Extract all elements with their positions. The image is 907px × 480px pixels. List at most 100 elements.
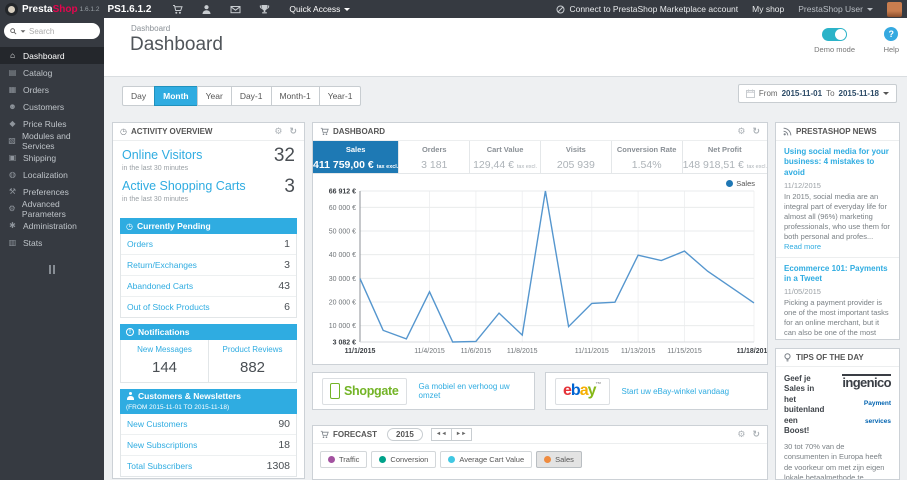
kpi-suffix: tax excl. [516, 164, 538, 170]
ingenico-logo[interactable]: ingenico Payment services [825, 374, 892, 428]
sales-dot [544, 456, 552, 463]
sidebar-item-localization[interactable]: ◍ Localization [0, 166, 104, 183]
prestashop-logo-icon[interactable] [5, 2, 18, 16]
kpi-cart-value[interactable]: Cart Value 129,44 € tax excl. [470, 141, 541, 173]
kpi-orders[interactable]: Orders 3 181 [399, 141, 471, 173]
kpi-visits[interactable]: Visits 205 939 [541, 141, 612, 173]
range-month-button[interactable]: Month [154, 86, 198, 106]
person-icon [126, 392, 134, 400]
new-messages-cell[interactable]: New Messages 144 [121, 340, 208, 382]
forecast-legend-average-cart-value[interactable]: Average Cart Value [440, 451, 533, 468]
next-year-button[interactable]: ►► [450, 428, 472, 441]
sidebar-item-label: Modules and Services [21, 130, 71, 151]
sidebar-item-advanced-parameters[interactable]: ⚙ Advanced Parameters [0, 198, 104, 219]
sidebar-item-price-rules[interactable]: ◆ Price Rules [0, 115, 104, 132]
pending-row: Orders 1 [121, 234, 296, 254]
shopgate-promo-card: Shopgate Ga mobiel en verhoog uw omzet [312, 372, 535, 410]
section-title: Notifications [138, 327, 190, 337]
demo-mode-label: Demo mode [814, 45, 855, 54]
kpi-label: Sales [345, 145, 366, 154]
sidebar-item-administration[interactable]: ✱ Administration [0, 217, 104, 234]
user-menu[interactable]: PrestaShop User [798, 4, 873, 14]
news-article-title-link[interactable]: Using social media for your business: 4 … [784, 147, 891, 178]
customers-row: New Customers 90 [121, 414, 296, 434]
marketplace-link[interactable]: Connect to PrestaShop Marketplace accoun… [556, 4, 738, 14]
orders-icon: ▦ [8, 85, 17, 94]
sidebar-item-shipping[interactable]: ▣ Shipping [0, 149, 104, 166]
range-month-1-button[interactable]: Month-1 [270, 86, 320, 106]
legend-label: Sales [555, 455, 574, 464]
demo-mode-toggle[interactable] [822, 28, 848, 41]
active-carts-link[interactable]: Active Shopping Carts [122, 179, 246, 193]
abandoned-carts-link[interactable]: Abandoned Carts [127, 281, 193, 291]
refresh-icon[interactable]: ↻ [752, 429, 760, 440]
trophy-icon[interactable] [259, 4, 270, 15]
calendar-icon [745, 89, 755, 98]
ebay-link[interactable]: Start uw eBay-winkel vandaag [622, 387, 730, 396]
new-subscriptions-link[interactable]: New Subscriptions [127, 440, 197, 450]
shopgate-logo[interactable]: Shopgate [322, 377, 407, 405]
forecast-legend-conversion[interactable]: Conversion [371, 451, 437, 468]
range-day-1-button[interactable]: Day-1 [230, 86, 272, 106]
sidebar-search[interactable] [4, 23, 100, 39]
envelope-icon[interactable] [230, 4, 241, 15]
kpi-conversion-rate[interactable]: Conversion Rate 1.54% [612, 141, 683, 173]
help-icon[interactable]: ? [884, 27, 899, 41]
kpi-net-profit[interactable]: Net Profit 148 918,51 € tax excl. [683, 141, 767, 173]
person-icon[interactable] [201, 4, 212, 15]
panel-title: PRESTASHOP NEWS [796, 127, 877, 136]
search-input[interactable] [29, 26, 81, 36]
sidebar-item-preferences[interactable]: ⚒ Preferences [0, 183, 104, 200]
date-picker-button[interactable]: From 2015-11-01 To 2015-11-18 [737, 84, 897, 103]
brand-name[interactable]: PrestaShop [22, 4, 78, 15]
prestashop-news-panel: PRESTASHOP NEWS Using social media for y… [775, 122, 900, 340]
new-customers-link[interactable]: New Customers [127, 419, 187, 429]
refresh-icon[interactable]: ↻ [752, 126, 760, 137]
range-year-1-button[interactable]: Year-1 [318, 86, 362, 106]
total-subscribers-link[interactable]: Total Subscribers [127, 461, 192, 471]
pending-orders-link[interactable]: Orders [127, 239, 153, 249]
sidebar-item-orders[interactable]: ▦ Orders [0, 81, 104, 98]
sidebar-item-catalog[interactable]: ▤ Catalog [0, 64, 104, 81]
range-day-button[interactable]: Day [122, 86, 156, 106]
kpi-sales[interactable]: Sales 411 759,00 € tax excl. [313, 141, 400, 173]
forecast-legend-traffic[interactable]: Traffic [320, 451, 368, 468]
sidebar-item-label: Advanced Parameters [21, 198, 66, 219]
sidebar-item-stats[interactable]: ▥ Stats [0, 234, 104, 251]
pending-returns-link[interactable]: Return/Exchanges [127, 260, 197, 270]
my-shop-link[interactable]: My shop [752, 4, 784, 14]
customers-row: Total Subscribers 1308 [121, 455, 296, 476]
news-article-body: In 2015, social media are an integral pa… [784, 192, 890, 241]
quick-access-menu[interactable]: Quick Access [289, 4, 351, 14]
online-visitors-link[interactable]: Online Visitors [122, 148, 202, 162]
sales-chart[interactable]: 66 912 € 60 000 € 50 000 € 40 000 € 30 000 €… [313, 174, 772, 364]
sidebar-item-label: Stats [23, 237, 43, 248]
read-more-link[interactable]: Read more [784, 242, 821, 251]
news-article-title-link[interactable]: Ecommerce 101: Payments in a Tweet [784, 264, 891, 285]
news-article: Using social media for your business: 4 … [776, 141, 899, 257]
sidebar-item-customers[interactable]: ☻ Customers [0, 98, 104, 115]
gear-icon[interactable]: ⚙ [737, 126, 745, 137]
product-reviews-cell[interactable]: Product Reviews 882 [208, 340, 296, 382]
gear-icon[interactable]: ⚙ [737, 429, 745, 440]
brand-shop: Shop [52, 3, 78, 15]
sidebar-item-dashboard[interactable]: ⌂ Dashboard [0, 47, 104, 64]
gear-icon[interactable]: ⚙ [274, 126, 282, 137]
ebay-logo[interactable]: ebay™ [555, 377, 610, 405]
sidebar-collapse-button[interactable] [0, 265, 104, 274]
range-year-button[interactable]: Year [196, 86, 232, 106]
forecast-legend-sales[interactable]: Sales [536, 451, 582, 468]
total-subscribers-value: 1308 [266, 460, 290, 472]
out-of-stock-link[interactable]: Out of Stock Products [127, 302, 210, 312]
breadcrumb[interactable]: Dashboard [131, 24, 170, 33]
news-article-date: 11/12/2015 [784, 181, 821, 191]
sidebar-item-modules[interactable]: ▧ Modules and Services [0, 130, 104, 151]
previous-year-button[interactable]: ◄◄ [430, 428, 452, 441]
cart-icon[interactable] [172, 4, 184, 15]
refresh-icon[interactable]: ↻ [289, 126, 297, 137]
to-label: To [826, 89, 835, 98]
user-avatar[interactable] [887, 1, 902, 17]
exclamation-icon: ! [126, 328, 134, 336]
shopgate-link[interactable]: Ga mobiel en verhoog uw omzet [419, 382, 525, 400]
chart-legend[interactable]: Sales [726, 179, 755, 188]
